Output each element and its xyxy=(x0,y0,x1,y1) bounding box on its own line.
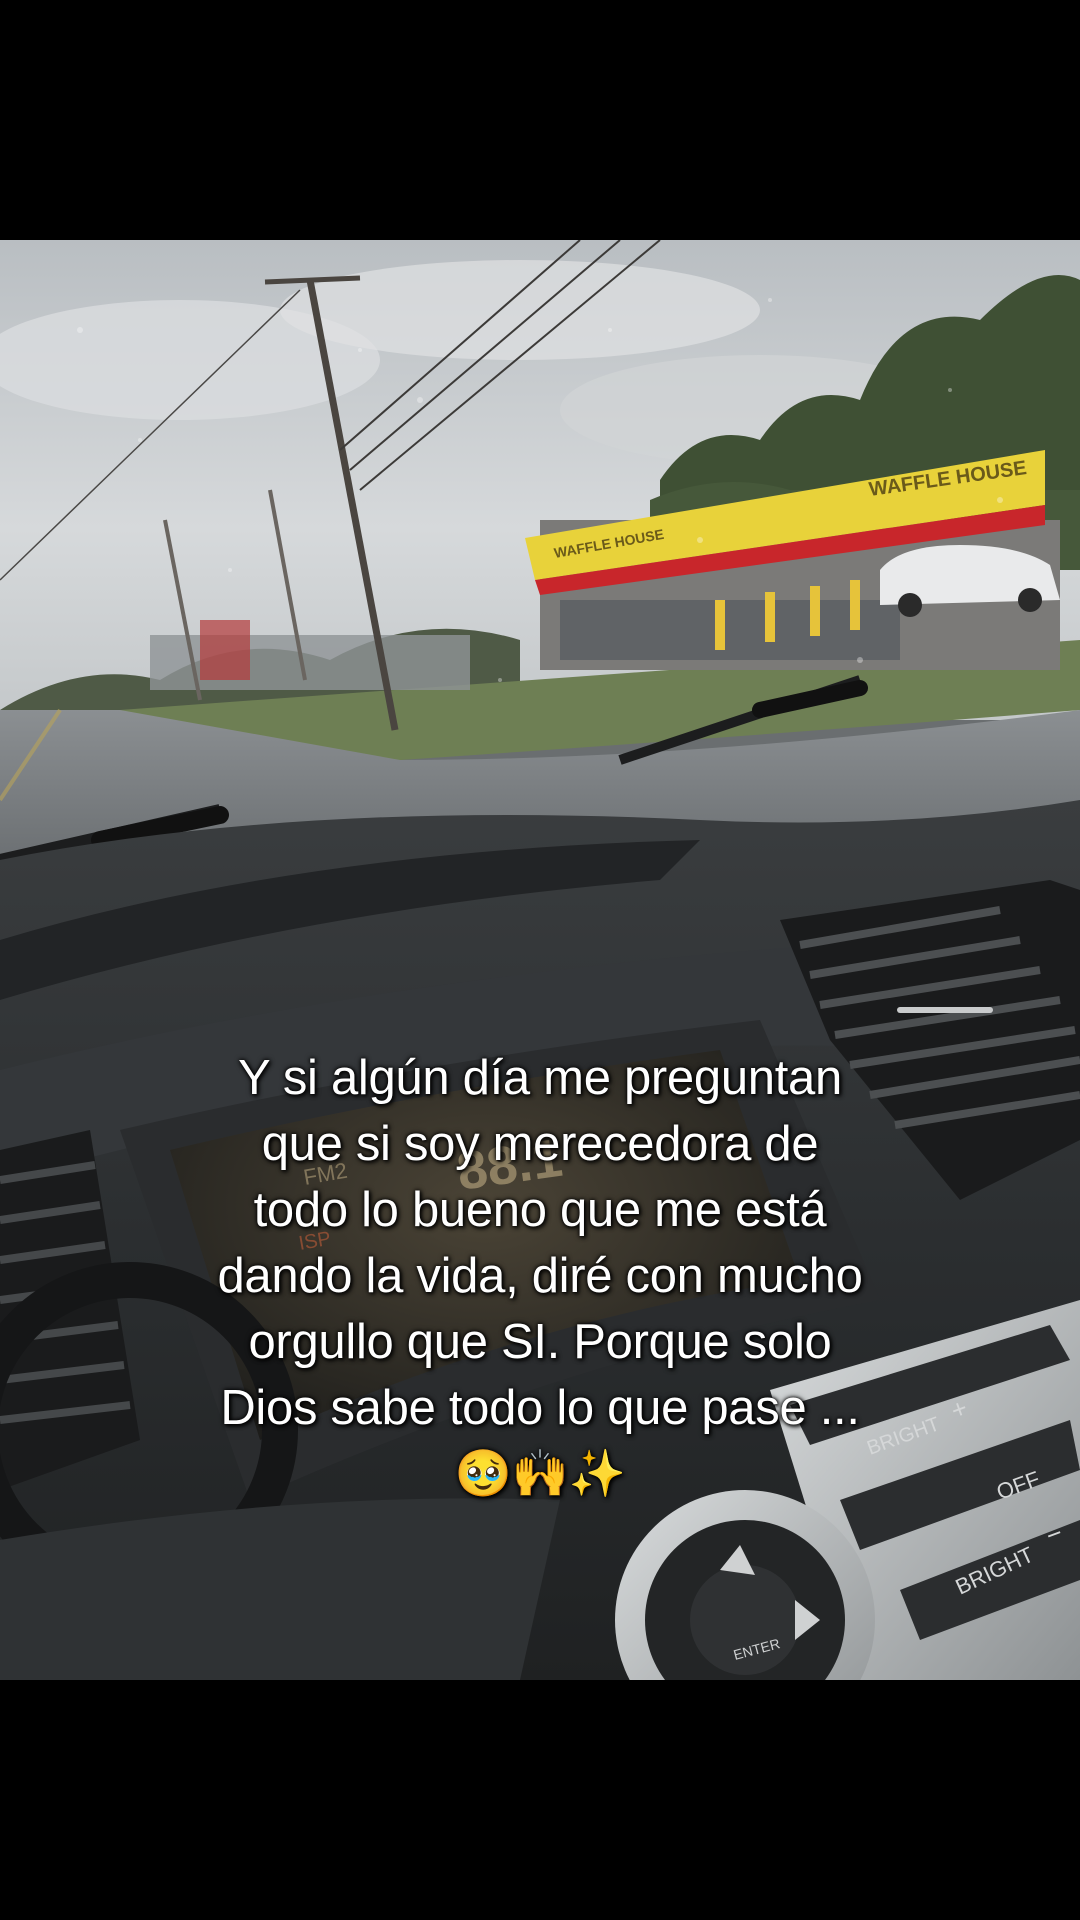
caption-line-1: Y si algún día me preguntan xyxy=(238,1051,842,1105)
caption-line-4: dando la vida, diré con mucho xyxy=(217,1249,863,1303)
caption-emoji: 🥹🙌✨ xyxy=(454,1446,626,1500)
top-letterbox xyxy=(0,0,1080,240)
story-caption: Y si algún día me preguntan que si soy m… xyxy=(90,1045,990,1505)
caption-line-5: orgullo que SI. Porque solo xyxy=(248,1315,832,1369)
bottom-letterbox xyxy=(0,1680,1080,1920)
caption-line-2: que si soy merecedora de xyxy=(261,1117,819,1171)
caption-line-6: Dios sabe todo lo que pase ... xyxy=(220,1381,860,1435)
caption-line-3: todo lo bueno que me está xyxy=(253,1183,827,1237)
